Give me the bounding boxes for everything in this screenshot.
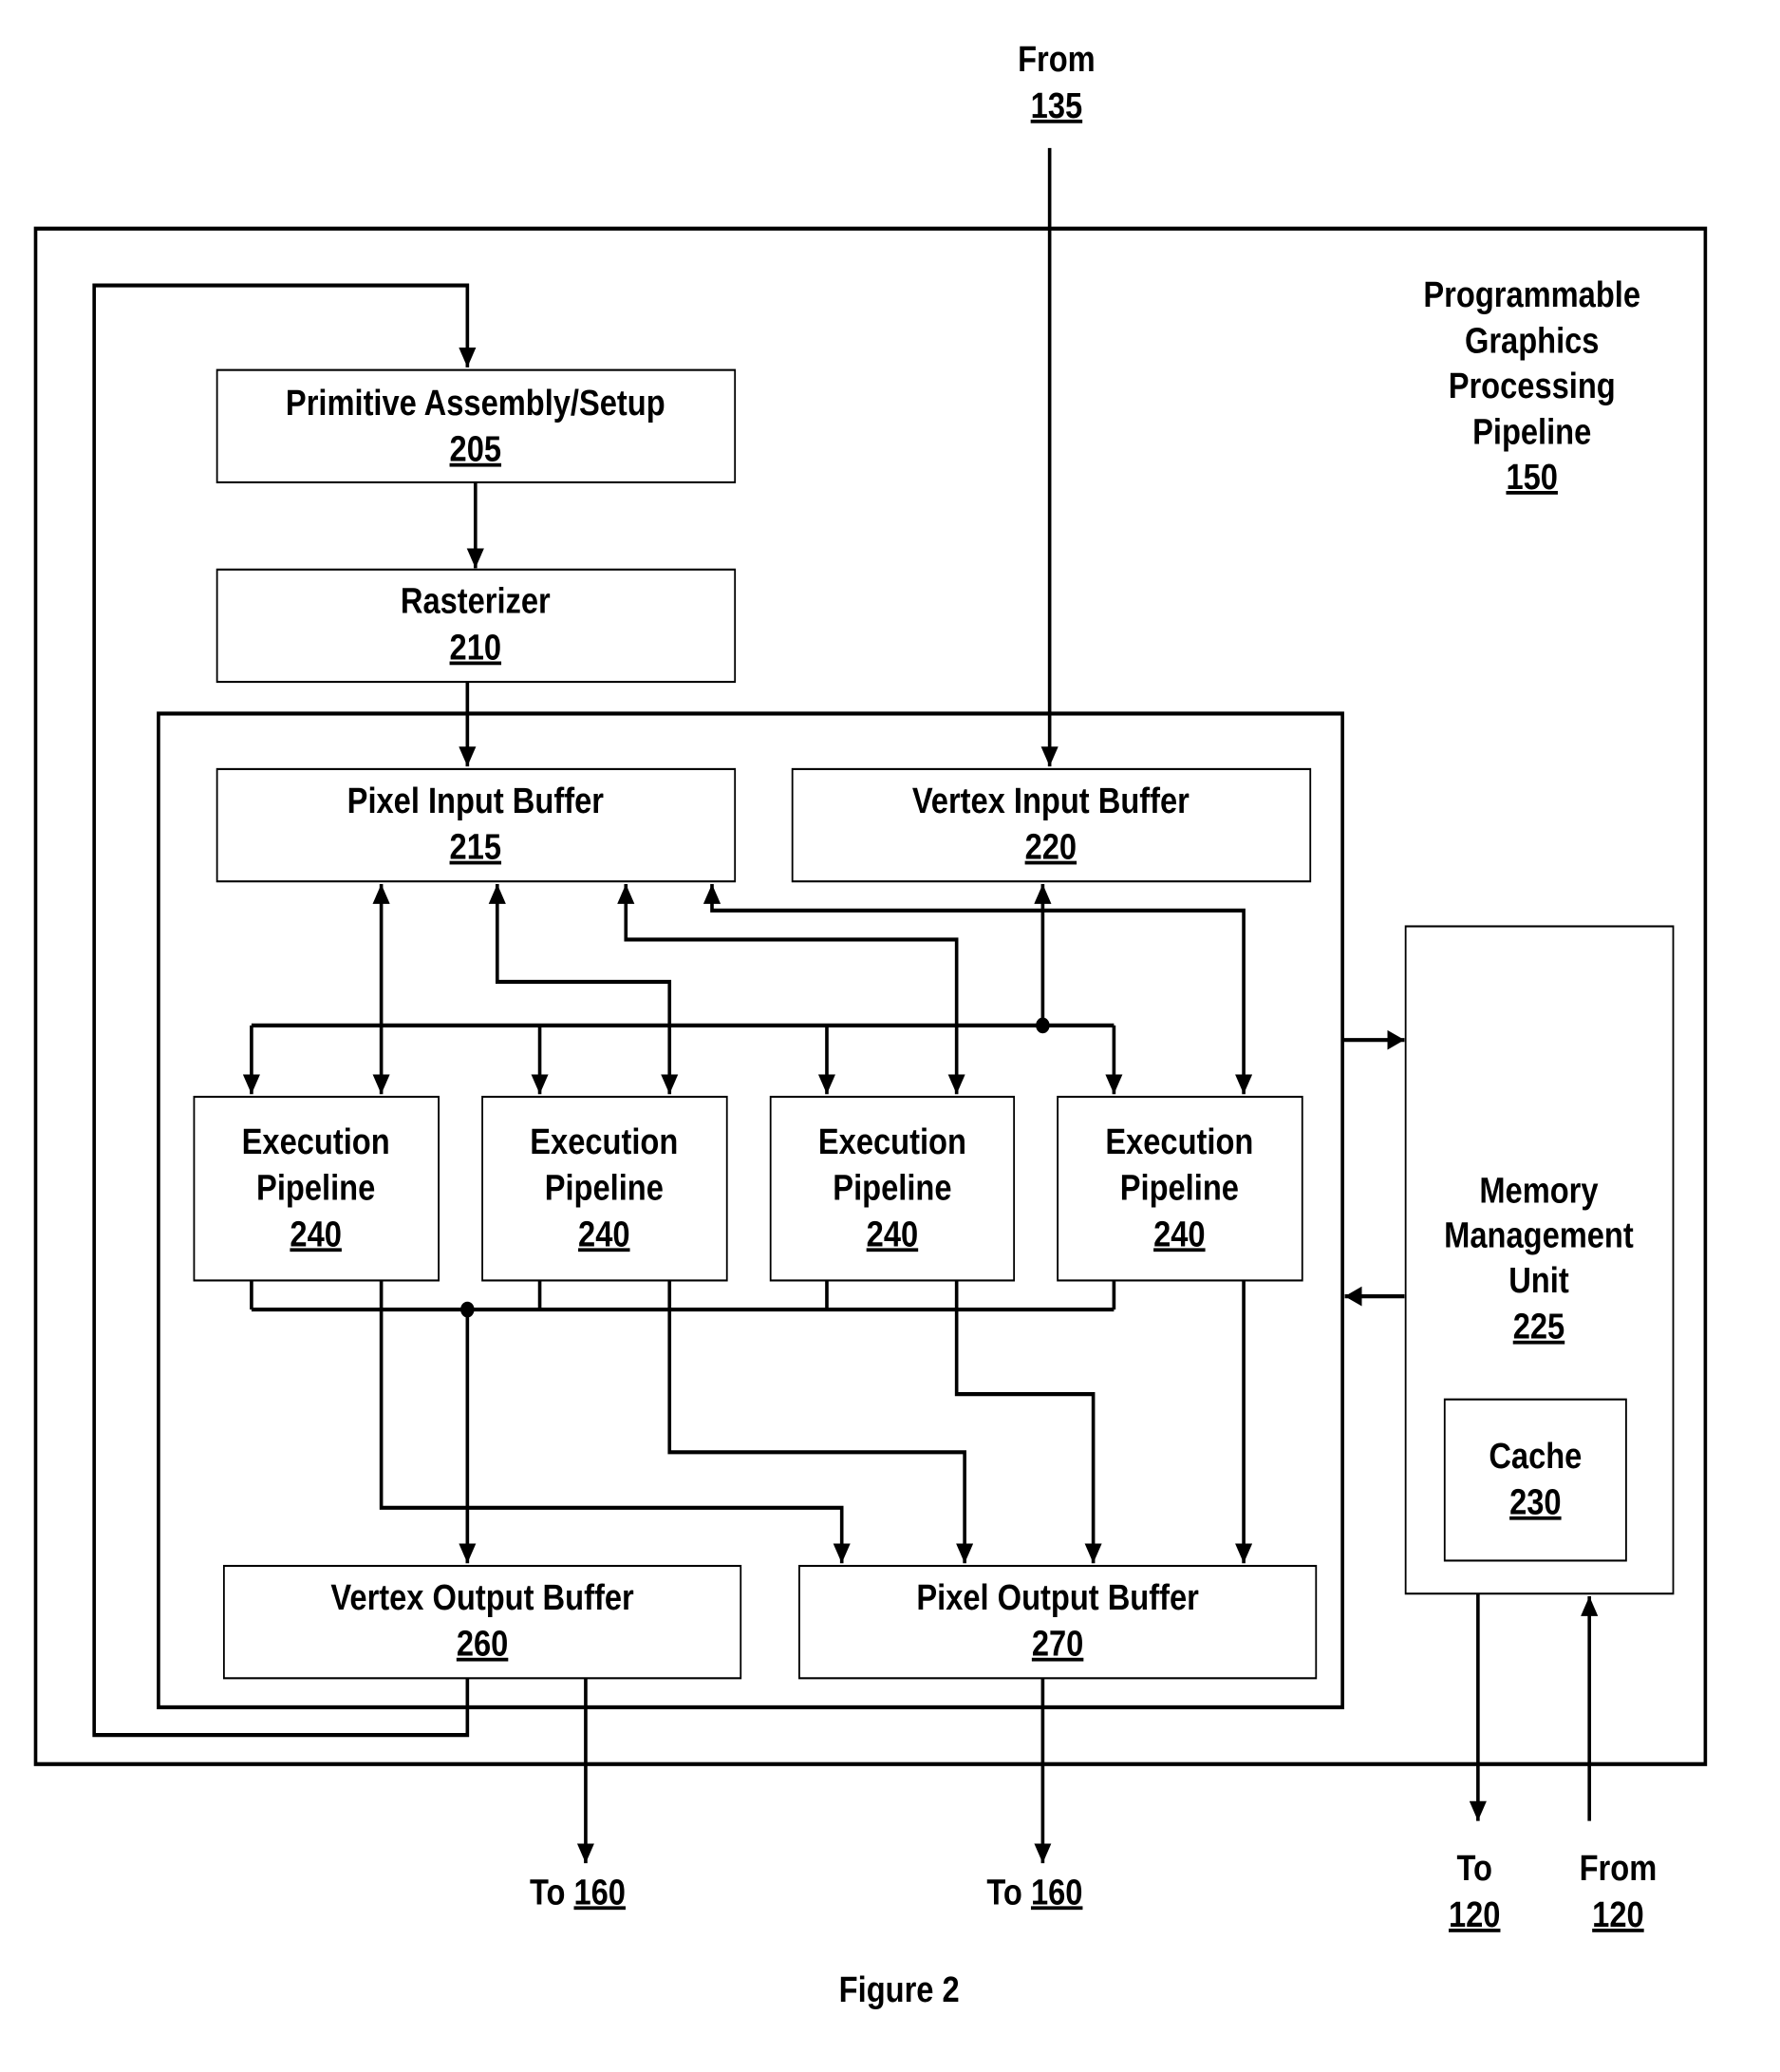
execution-pipeline-2: Execution Pipeline 240 <box>481 1095 728 1282</box>
pixel-input-buffer-label: Pixel Input Buffer <box>347 782 605 821</box>
from-135-word: From <box>1018 40 1096 80</box>
pixel-input-ep4-arrow <box>703 883 1253 1095</box>
execution-pipeline-line2: Pipeline <box>256 1168 375 1208</box>
to-160-a-label: To 160 <box>530 1873 626 1912</box>
to-160-a-word: To <box>530 1873 565 1912</box>
ep3-pixel-out-arrow <box>954 1280 1102 1564</box>
pixel-output-buffer-ref: 270 <box>1032 1625 1083 1665</box>
vertex-output-buffer-ref: 260 <box>457 1625 508 1665</box>
pipeline-title-line-3: Processing <box>1449 367 1616 406</box>
pipeline-title-line-4: Pipeline <box>1472 412 1591 452</box>
feedback-loop-arrow <box>92 283 477 1738</box>
from-120-word: From <box>1580 1849 1658 1889</box>
rasterizer-label: Rasterizer <box>401 582 551 622</box>
rasterizer-ref: 210 <box>450 628 501 668</box>
execution-pipeline-ref: 240 <box>867 1215 918 1254</box>
execution-pipeline-3: Execution Pipeline 240 <box>769 1095 1016 1282</box>
pixel-input-ep3-arrow <box>617 883 965 1095</box>
cache-label: Cache <box>1489 1437 1582 1477</box>
execution-pipeline-4: Execution Pipeline 240 <box>1057 1095 1303 1282</box>
primitive-assembly-label: Primitive Assembly/Setup <box>286 384 665 424</box>
pixel-output-buffer-label: Pixel Output Buffer <box>916 1578 1199 1618</box>
from-120-ref: 120 <box>1592 1895 1643 1935</box>
execution-pipeline-ref: 240 <box>1153 1215 1205 1254</box>
execution-pipeline-line1: Execution <box>530 1122 678 1162</box>
pipeline-title-line-1: Programmable <box>1423 275 1640 315</box>
to-160-b-label: To 160 <box>986 1873 1082 1912</box>
figure-2-diagram: Programmable Graphics Processing Pipelin… <box>0 0 1780 2072</box>
execution-pipeline-line2: Pipeline <box>833 1168 951 1208</box>
diagram-canvas: Programmable Graphics Processing Pipelin… <box>33 40 1708 2010</box>
cache-ref: 230 <box>1509 1483 1561 1523</box>
to-160-b-ref: 160 <box>1031 1873 1082 1912</box>
mmu-line-1: Memory <box>1479 1171 1599 1211</box>
execution-pipeline-ref: 240 <box>290 1215 341 1254</box>
mmu-line-3: Unit <box>1508 1261 1569 1301</box>
mmu-line-2: Management <box>1444 1216 1634 1256</box>
vertex-input-buffer-ref: 220 <box>1025 827 1077 867</box>
mmu-ref: 225 <box>1513 1308 1565 1347</box>
figure-caption: Figure 2 <box>839 1970 960 2010</box>
pixel-input-ep2-arrow <box>488 883 679 1095</box>
pixel-input-buffer-ref: 215 <box>450 827 501 867</box>
execution-pipeline-line1: Execution <box>818 1122 966 1162</box>
vertex-output-buffer-label: Vertex Output Buffer <box>330 1578 634 1618</box>
execution-pipeline-line1: Execution <box>242 1122 390 1162</box>
to-160-a-ref: 160 <box>574 1873 626 1912</box>
pipeline-ref: 150 <box>1506 458 1557 498</box>
execution-pipeline-line2: Pipeline <box>1120 1168 1239 1208</box>
execution-pipeline-1: Execution Pipeline 240 <box>193 1095 440 1282</box>
cache-box <box>1443 1398 1627 1562</box>
to-120-word: To <box>1456 1849 1491 1889</box>
pipeline-title-line-2: Graphics <box>1465 321 1600 361</box>
execution-pipeline-ref: 240 <box>578 1215 629 1254</box>
to-160-b-word: To <box>986 1873 1021 1912</box>
execution-pipeline-line2: Pipeline <box>545 1168 664 1208</box>
vertex-input-buffer-label: Vertex Input Buffer <box>912 782 1190 821</box>
from-135-ref: 135 <box>1031 86 1082 126</box>
ep1-pixel-out-arrow <box>379 1280 851 1564</box>
to-120-ref: 120 <box>1449 1895 1500 1935</box>
ep2-pixel-out-arrow <box>667 1280 974 1564</box>
primitive-assembly-ref: 205 <box>450 430 501 470</box>
execution-pipeline-line1: Execution <box>1105 1122 1253 1162</box>
